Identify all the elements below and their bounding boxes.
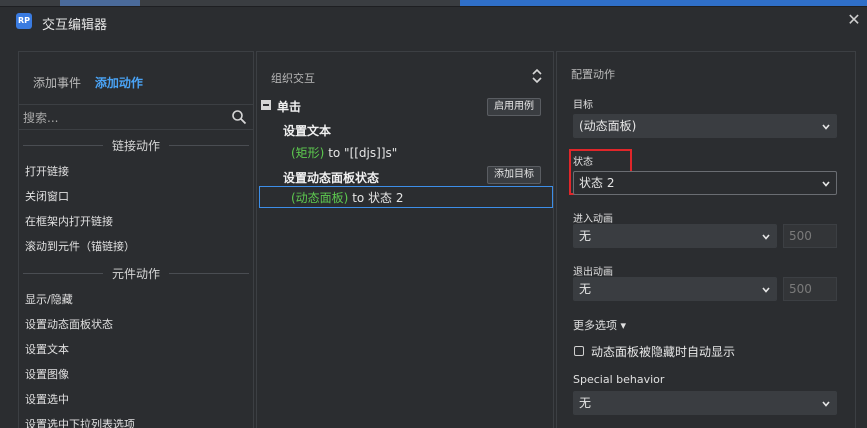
- search-icon[interactable]: [231, 109, 247, 125]
- tab-add-event[interactable]: 添加事件: [33, 74, 81, 91]
- section-link-actions: 链接动作: [19, 137, 253, 153]
- special-behavior-select[interactable]: 无: [573, 391, 837, 415]
- chevron-down-icon: [762, 234, 770, 240]
- exit-animation-select[interactable]: 无: [573, 277, 777, 301]
- interaction-editor-dialog: RP 交互编辑器 ✕ 添加事件 添加动作 链接动作 打开链接 关闭窗口 在框架内…: [0, 6, 867, 428]
- organize-interactions-panel: 组织交互 单击 启用用例 设置文本 (矩形) to "[[djs]]s" 设置动…: [256, 51, 554, 428]
- search-input[interactable]: [23, 109, 223, 127]
- action-close-window[interactable]: 关闭窗口: [25, 188, 69, 204]
- actions-panel: 添加事件 添加动作 链接动作 打开链接 关闭窗口 在框架内打开链接 滚动到元件（…: [18, 51, 254, 428]
- divider: [169, 145, 249, 146]
- panel-heading: 配置动作: [571, 68, 615, 81]
- search-box: [19, 104, 253, 130]
- select-value: 无: [579, 396, 592, 410]
- select-value: (动态面板): [579, 119, 637, 133]
- titlebar: RP 交互编辑器 ✕: [0, 7, 867, 37]
- action-open-in-frame[interactable]: 在框架内打开链接: [25, 213, 113, 229]
- action-detail[interactable]: (矩形) to "[[djs]]s": [291, 144, 397, 161]
- target-label: (动态面板): [291, 191, 349, 205]
- tab-add-action[interactable]: 添加动作: [95, 74, 143, 91]
- target-label: (矩形): [291, 146, 325, 160]
- expand-collapse-icon[interactable]: [531, 68, 543, 84]
- state-label: 状态: [573, 157, 593, 168]
- action-set-text[interactable]: 设置文本: [25, 341, 69, 357]
- target-label: 目标: [573, 100, 593, 111]
- action-show-hide[interactable]: 显示/隐藏: [25, 291, 73, 307]
- chevron-down-icon: [822, 401, 830, 407]
- chevron-down-icon: [822, 181, 830, 187]
- action-set-list-option[interactable]: 设置选中下拉列表选项: [25, 416, 135, 428]
- close-icon[interactable]: ✕: [845, 11, 863, 29]
- detail-text: to 状态 2: [348, 191, 404, 205]
- enter-animation-select[interactable]: 无: [573, 224, 777, 248]
- action-title[interactable]: 设置动态面板状态: [283, 169, 379, 186]
- action-set-selected[interactable]: 设置选中: [25, 391, 69, 407]
- exit-animation-label: 退出动画: [573, 267, 613, 278]
- action-set-image[interactable]: 设置图像: [25, 366, 69, 382]
- panel-heading: 组织交互: [271, 72, 315, 85]
- select-value: 状态 2: [579, 176, 615, 190]
- app-icon: RP: [16, 13, 32, 29]
- add-target-button[interactable]: 添加目标: [487, 166, 541, 184]
- enter-animation-label: 进入动画: [573, 214, 613, 225]
- enter-duration-input[interactable]: 500: [783, 224, 837, 248]
- tab-bar: 添加事件 添加动作: [33, 74, 153, 91]
- action-open-link[interactable]: 打开链接: [25, 163, 69, 179]
- action-set-panel-state[interactable]: 设置动态面板状态: [25, 316, 113, 332]
- state-select[interactable]: 状态 2: [573, 171, 837, 195]
- chevron-down-icon: [762, 287, 770, 293]
- select-value: 无: [579, 229, 592, 243]
- target-select[interactable]: (动态面板): [573, 114, 837, 138]
- enable-case-button[interactable]: 启用用例: [487, 98, 541, 116]
- action-title[interactable]: 设置文本: [283, 122, 331, 139]
- collapse-icon[interactable]: [261, 100, 271, 110]
- action-scroll-to-widget[interactable]: 滚动到元件（锚链接）: [25, 238, 135, 254]
- select-value: 无: [579, 282, 592, 296]
- special-behavior-label: Special behavior: [573, 373, 665, 386]
- configure-action-panel: 配置动作 目标 (动态面板) 状态 状态 2 进入动画 无 500 退出动画 无…: [556, 51, 856, 428]
- exit-duration-input[interactable]: 500: [783, 277, 837, 301]
- event-click[interactable]: 单击: [277, 98, 301, 115]
- action-detail[interactable]: (动态面板) to 状态 2: [291, 189, 404, 206]
- auto-show-checkbox[interactable]: [574, 346, 584, 356]
- divider: [169, 273, 249, 274]
- dialog-title: 交互编辑器: [42, 18, 108, 33]
- auto-show-label[interactable]: 动态面板被隐藏时自动显示: [591, 343, 735, 360]
- more-options-toggle[interactable]: 更多选项 ▾: [573, 317, 626, 333]
- section-widget-actions: 元件动作: [19, 265, 253, 281]
- chevron-down-icon: [822, 124, 830, 130]
- detail-text: to "[[djs]]s": [324, 146, 398, 160]
